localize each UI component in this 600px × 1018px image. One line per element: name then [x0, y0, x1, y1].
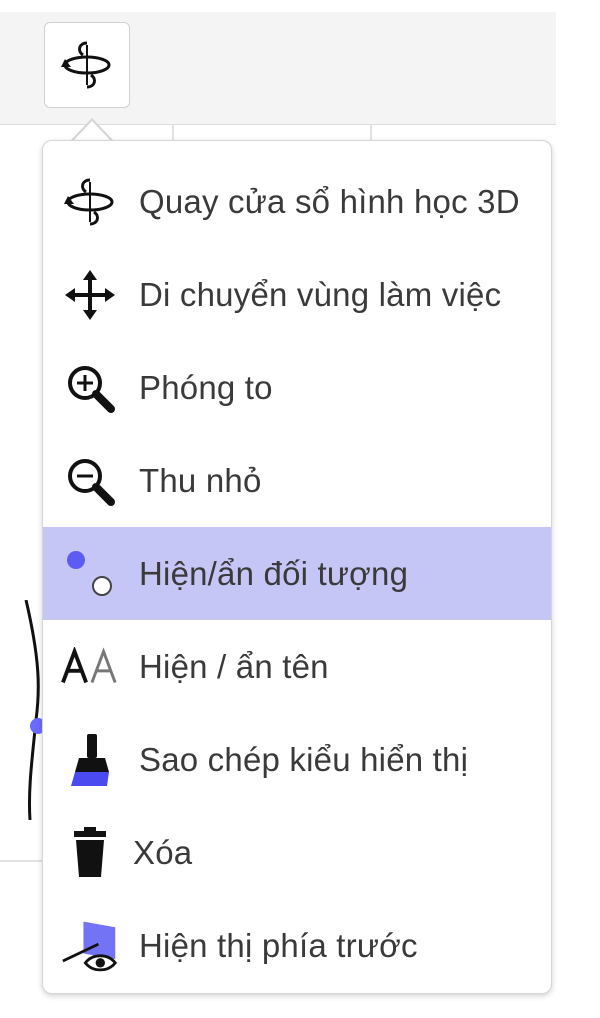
menu-item-label: Di chuyển vùng làm việc [139, 275, 502, 313]
menu-item-label: Hiện/ẩn đối tượng [139, 554, 409, 592]
tool-dropdown-menu: Quay cửa sổ hình học 3D Di chuyển vùng l… [42, 140, 552, 994]
menu-item-label: Hiện / ẩn tên [139, 647, 329, 685]
rotate-3d-icon [61, 41, 111, 89]
menu-item-move-graphics-view[interactable]: Di chuyển vùng làm việc [43, 248, 551, 341]
menu-item-zoom-out[interactable]: Thu nhỏ [43, 434, 551, 527]
menu-item-rotate-3d-view[interactable]: Quay cửa sổ hình học 3D [43, 155, 551, 248]
menu-item-label: Quay cửa sổ hình học 3D [139, 182, 520, 220]
menu-item-label: Hiện thị phía trước [139, 926, 418, 964]
menu-item-show-hide-label[interactable]: Hiện / ẩn tên [43, 620, 551, 713]
grid-line [0, 860, 42, 862]
menu-item-delete[interactable]: Xóa [43, 806, 551, 899]
show-hide-label-icon [61, 638, 119, 696]
app-stage: Quay cửa sổ hình học 3D Di chuyển vùng l… [0, 0, 600, 1018]
copy-style-brush-icon [61, 731, 119, 789]
menu-pointer-fill [72, 121, 112, 142]
menu-item-label: Xóa [133, 833, 193, 871]
trash-icon [61, 824, 119, 882]
menu-item-zoom-in[interactable]: Phóng to [43, 341, 551, 434]
zoom-out-icon [61, 452, 119, 510]
menu-item-label: Sao chép kiểu hiển thị [139, 740, 469, 778]
menu-item-view-in-front[interactable]: Hiện thị phía trước [43, 899, 551, 992]
rotate-3d-tool-button[interactable] [44, 22, 130, 108]
zoom-in-icon [61, 359, 119, 417]
move-arrows-icon [61, 266, 119, 324]
show-hide-object-icon [61, 545, 119, 603]
menu-item-label: Thu nhỏ [139, 461, 262, 499]
menu-item-show-hide-object[interactable]: Hiện/ẩn đối tượng [43, 527, 551, 620]
menu-item-copy-visual-style[interactable]: Sao chép kiểu hiển thị [43, 713, 551, 806]
rotate-3d-icon [61, 173, 119, 231]
menu-item-label: Phóng to [139, 368, 273, 406]
view-in-front-icon [61, 917, 119, 975]
